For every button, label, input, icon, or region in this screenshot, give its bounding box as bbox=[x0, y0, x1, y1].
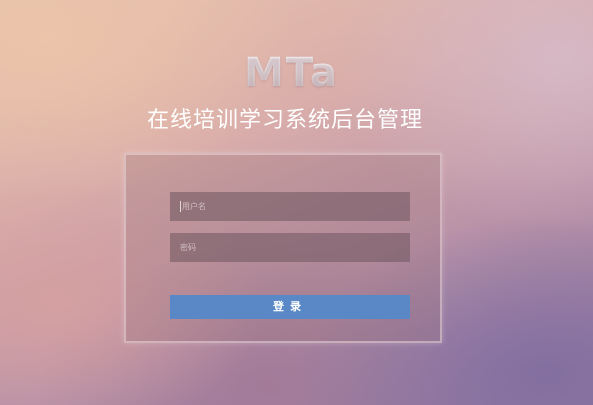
page-title: 在线培训学习系统后台管理 bbox=[146, 108, 423, 133]
username-input[interactable]: 用户名 bbox=[170, 192, 410, 221]
login-button[interactable]: 登录 bbox=[170, 295, 410, 319]
logo: MTa bbox=[244, 50, 339, 96]
password-placeholder: 密码 bbox=[180, 243, 196, 252]
username-placeholder: 用户名 bbox=[182, 202, 206, 211]
password-input[interactable]: 密码 bbox=[170, 233, 410, 262]
